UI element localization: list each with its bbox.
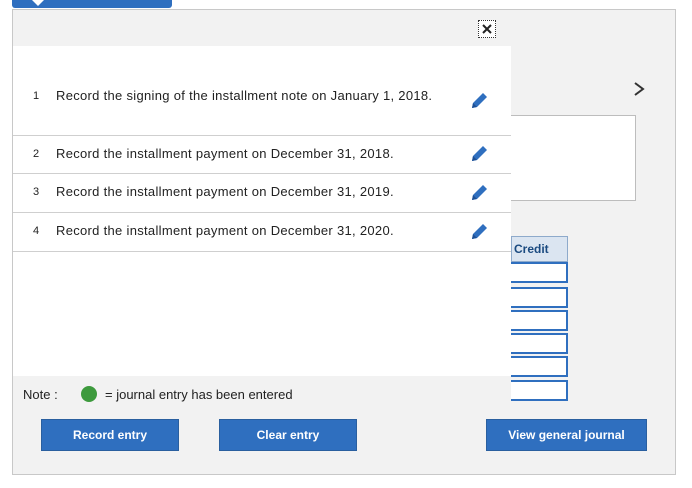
item-label: Record the signing of the installment no… xyxy=(56,88,433,103)
chevron-right-icon[interactable] xyxy=(630,80,648,98)
credit-input[interactable] xyxy=(511,310,568,331)
transaction-list-popup: 1 Record the signing of the installment … xyxy=(13,10,511,408)
clear-entry-button[interactable]: Clear entry xyxy=(219,419,357,451)
pencil-icon[interactable] xyxy=(468,90,490,112)
note-label: Note : xyxy=(23,387,58,402)
item-number: 2 xyxy=(33,148,40,160)
credit-input[interactable] xyxy=(511,262,568,283)
list-item[interactable]: 1 Record the signing of the installment … xyxy=(13,80,511,136)
credit-input[interactable] xyxy=(511,287,568,308)
note-text: = journal entry has been entered xyxy=(105,387,293,402)
pencil-icon[interactable] xyxy=(468,221,490,243)
close-icon xyxy=(482,24,492,34)
item-number: 1 xyxy=(33,90,40,102)
list-item[interactable]: 2 Record the installment payment on Dece… xyxy=(13,136,511,174)
pencil-icon[interactable] xyxy=(468,143,490,165)
transaction-list: 1 Record the signing of the installment … xyxy=(13,46,511,376)
item-label: Record the installment payment on Decemb… xyxy=(56,223,394,238)
view-general-journal-button[interactable]: View general journal xyxy=(486,419,647,451)
pencil-icon[interactable] xyxy=(468,182,490,204)
item-number: 3 xyxy=(33,186,40,198)
tab-notch xyxy=(32,0,44,6)
credit-input[interactable] xyxy=(511,333,568,354)
list-item[interactable]: 3 Record the installment payment on Dece… xyxy=(13,174,511,213)
close-button[interactable] xyxy=(478,20,496,38)
note-legend: Note : = journal entry has been entered xyxy=(13,376,511,410)
item-label: Record the installment payment on Decemb… xyxy=(56,184,394,199)
record-entry-button[interactable]: Record entry xyxy=(41,419,179,451)
description-box xyxy=(511,115,636,201)
entered-indicator-dot xyxy=(81,386,97,402)
credit-input[interactable] xyxy=(511,356,568,377)
item-number: 4 xyxy=(33,225,40,237)
item-label: Record the installment payment on Decemb… xyxy=(56,146,394,161)
credit-column-header: Credit xyxy=(511,236,568,262)
list-item[interactable]: 4 Record the installment payment on Dece… xyxy=(13,213,511,252)
credit-input[interactable] xyxy=(511,380,568,401)
